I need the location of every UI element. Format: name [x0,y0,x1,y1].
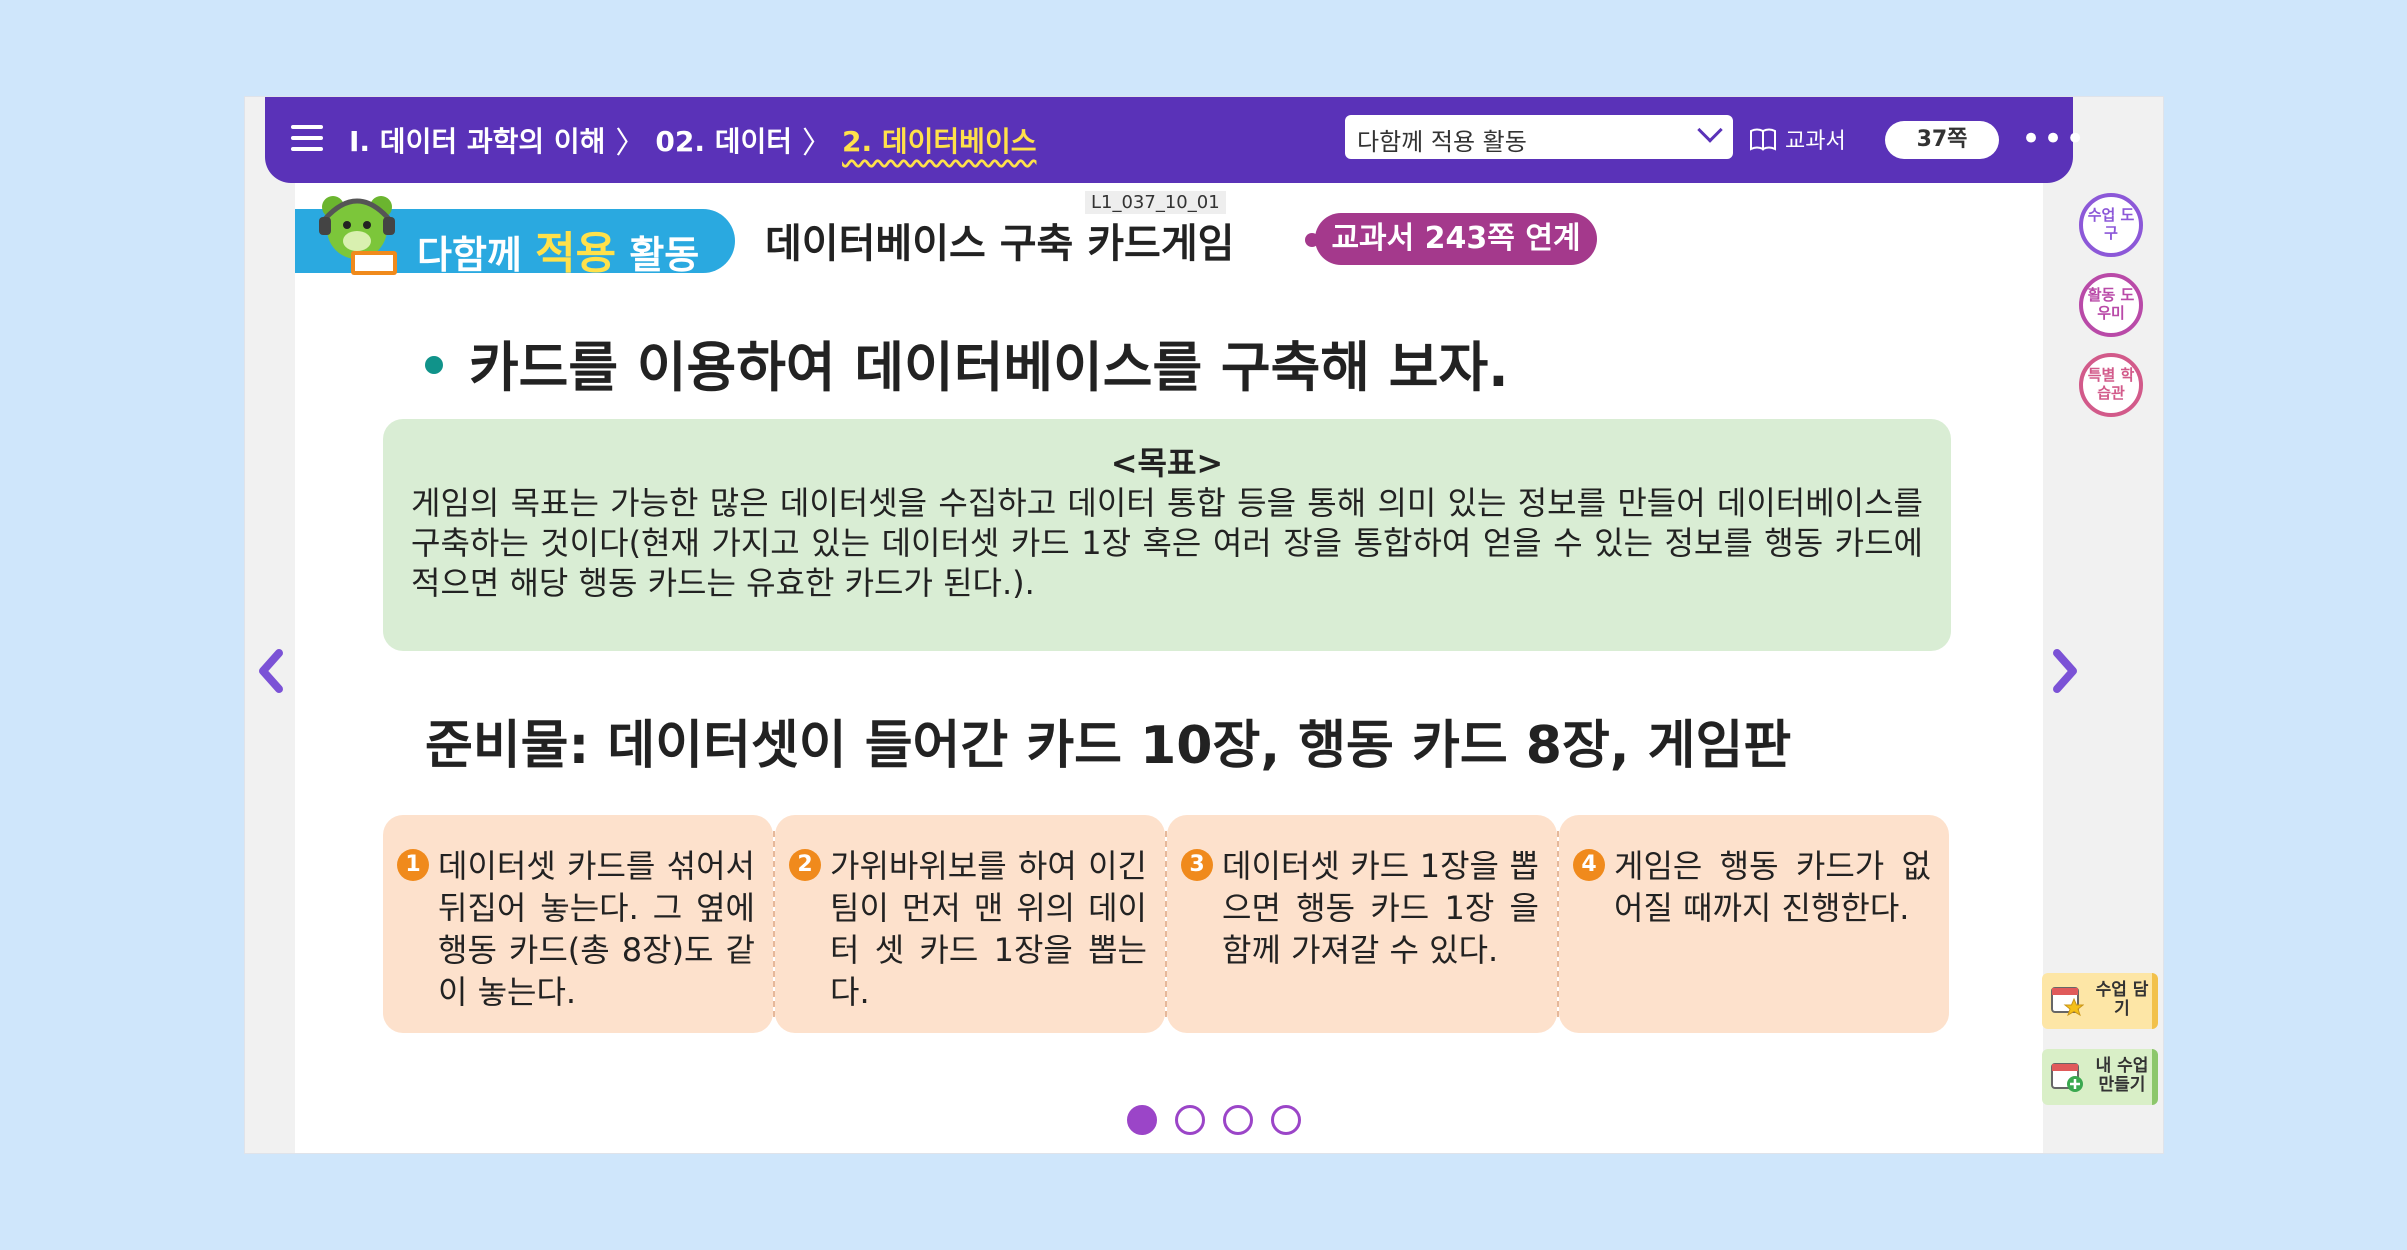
chevron-down-icon [1697,117,1723,143]
calendar-plus-icon [2051,1063,2083,1092]
special-learning-hall-button[interactable]: 특별 학습관 [2079,353,2143,417]
materials-line: 준비물: 데이터셋이 들어간 카드 10장, 행동 카드 8장, 게임판 [425,716,1792,776]
step-number-badge: 2 [789,849,821,881]
textbook-label: 교과서 [1785,129,1846,154]
step-text: 게임은 행동 카드가 없어질 때까지 진행한다. [1614,847,1931,927]
step-card-4: 4 게임은 행동 카드가 없어질 때까지 진행한다. [1559,815,1949,1033]
save-lesson-button[interactable]: 수업 담기 [2042,973,2158,1029]
more-options-icon[interactable]: ••• [2021,122,2087,156]
hamburger-menu-icon[interactable] [291,125,323,155]
save-lesson-label: 수업 담기 [2095,980,2149,1019]
page-indicator[interactable]: 37쪽 [1885,121,1999,159]
goal-sentence: 카드를 이용하여 데이터베이스를 구축해 보자. [425,323,1509,402]
step-cards: 1 데이터셋 카드를 섞어서 뒤집어 놓는다. 그 옆에 행동 카드(총 8장)… [383,815,1951,1033]
goal-box: <목표> 게임의 목표는 가능한 많은 데이터셋을 수집하고 데이터 통합 등을… [383,419,1951,651]
activity-title: 데이터베이스 구축 카드게임 [765,221,1235,267]
step-number-badge: 1 [397,849,429,881]
step-text: 가위바위보를 하여 이긴 팀이 먼저 맨 위의 데이터 셋 카드 1장을 뽑는다… [830,847,1147,1011]
book-icon [1750,128,1776,151]
pagination-dot-3[interactable] [1223,1105,1253,1135]
chevron-right-icon: 〉 [802,126,833,161]
pagination-dot-1[interactable] [1127,1105,1157,1135]
content-page: 다함께 적용 활동 L1_037_10_01 데이터베이스 구축 카드게임 교과… [295,183,2043,1153]
goal-box-body: 게임의 목표는 가능한 많은 데이터셋을 수집하고 데이터 통합 등을 통해 의… [411,484,1923,602]
next-arrow-icon[interactable] [2045,641,2085,701]
make-my-lesson-button[interactable]: 내 수업 만들기 [2042,1049,2158,1105]
breadcrumb-item-chapter[interactable]: 02. 데이터 [655,120,792,160]
calendar-star-icon [2051,987,2084,1017]
activity-badge-emphasis: 적용 [535,228,617,279]
step-number-badge: 3 [1181,849,1213,881]
pagination-dot-2[interactable] [1175,1105,1205,1135]
step-card-2: 2 가위바위보를 하여 이긴 팀이 먼저 맨 위의 데이터 셋 카드 1장을 뽑… [775,815,1167,1033]
page-pagination [1127,1105,1301,1135]
app-window: Ⅰ. 데이터 과학의 이해 〉 02. 데이터 〉 2. 데이터베이스 다함께 … [244,96,2164,1154]
step-card-1: 1 데이터셋 카드를 섞어서 뒤집어 놓는다. 그 옆에 행동 카드(총 8장)… [383,815,775,1033]
bullet-icon [425,356,443,375]
activity-badge-suffix: 활동 [629,233,700,277]
textbook-button[interactable]: 교과서 [1749,119,1846,159]
step-text: 데이터셋 카드 1장을 뽑으면 행동 카드 1장 을 함께 가져갈 수 있다. [1222,847,1539,969]
step-card-3: 3 데이터셋 카드 1장을 뽑으면 행동 카드 1장 을 함께 가져갈 수 있다… [1167,815,1559,1033]
top-bar: Ⅰ. 데이터 과학의 이해 〉 02. 데이터 〉 2. 데이터베이스 다함께 … [265,97,2085,183]
activity-badge-prefix: 다함께 [417,233,522,277]
breadcrumb: Ⅰ. 데이터 과학의 이해 〉 02. 데이터 〉 2. 데이터베이스 [349,115,1036,165]
bear-mascot-icon [319,196,397,275]
previous-arrow-icon[interactable] [251,641,291,701]
step-number-badge: 4 [1573,849,1605,881]
lesson-tools-button[interactable]: 수업 도구 [2079,193,2143,257]
activity-select[interactable]: 다함께 적용 활동 [1345,115,1733,159]
textbook-link-badge[interactable]: 교과서 243쪽 연계 [1305,213,1597,265]
chevron-right-icon: 〉 [615,126,646,161]
make-my-lesson-label: 내 수업 만들기 [2095,1056,2149,1095]
goal-sentence-text: 카드를 이용하여 데이터베이스를 구축해 보자. [469,336,1509,399]
step-text: 데이터셋 카드를 섞어서 뒤집어 놓는다. 그 옆에 행동 카드(총 8장)도 … [438,847,755,1011]
pagination-dot-4[interactable] [1271,1105,1301,1135]
breadcrumb-item-current[interactable]: 2. 데이터베이스 [842,120,1036,160]
breadcrumb-item-unit[interactable]: Ⅰ. 데이터 과학의 이해 [349,120,605,160]
activity-helper-button[interactable]: 활동 도우미 [2079,273,2143,337]
goal-box-heading: <목표> [1110,444,1224,482]
activity-select-value: 다함께 적용 활동 [1357,128,1527,156]
activity-type-badge: 다함께 적용 활동 [295,196,735,279]
